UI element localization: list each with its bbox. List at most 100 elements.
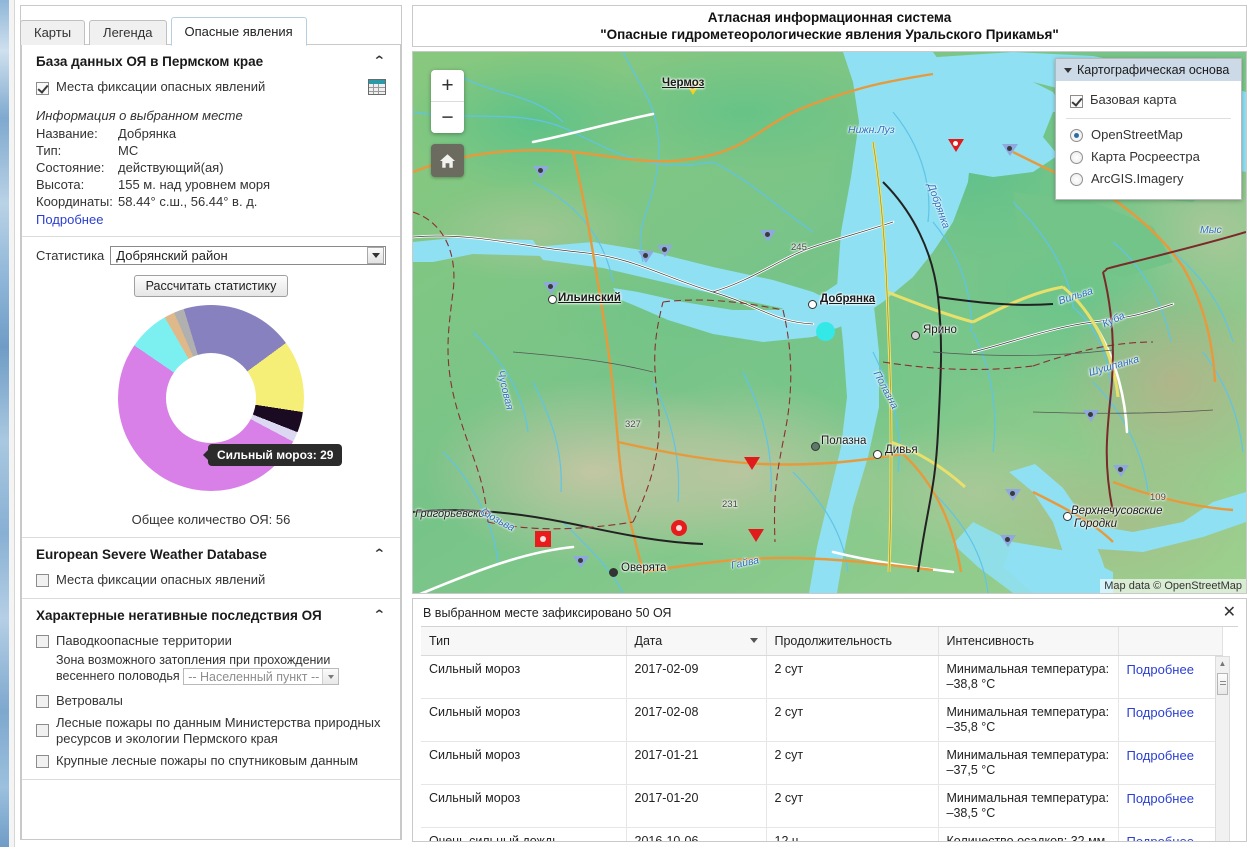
radio-openstreetmap-row[interactable]: OpenStreetMap [1066,124,1231,146]
map-marker-red-1[interactable] [948,139,964,152]
close-icon[interactable]: ✕ [1223,605,1236,621]
cell-date: 2016-10-06 [626,827,767,841]
city-dot-yarino [911,331,920,340]
map-marker-blue-10[interactable] [573,556,589,568]
link-podrobnee[interactable]: Подробнее [1127,705,1194,720]
app-title-line1: Атласная информационная система [707,9,952,25]
col-header-duration[interactable]: Продолжительность [766,627,939,656]
map-label-river-nizhn-luz: Нижн.Луз [848,124,895,136]
table-grid-icon[interactable] [368,79,386,95]
selected-place-marker[interactable] [816,322,835,341]
col-header-date-label: Дата [634,634,663,648]
radio-openstreetmap[interactable] [1070,128,1083,142]
table-vertical-scrollbar[interactable]: ▲ ▼ [1215,656,1230,842]
cell-duration: 2 сут [766,655,939,699]
cell-intensity: Минимальная температура: –38,8 °С [938,655,1119,699]
home-button[interactable] [431,144,464,177]
statistics-select-row: Статистика Добрянский район [36,237,386,269]
zoom-in-button[interactable]: + [431,70,464,101]
checkbox-db-places[interactable] [36,81,49,95]
map-marker-circle-1[interactable] [671,520,687,536]
map-marker-blue-5[interactable] [543,282,559,294]
checkbox-base-map-label: Базовая карта [1090,92,1177,107]
checkbox-windfall-label: Ветровалы [56,693,123,709]
map-marker-square-1[interactable] [535,531,551,547]
info-key: Тип: [36,143,62,158]
link-podrobnee-info[interactable]: Подробнее [36,212,103,227]
section-statistics: Статистика Добрянский район Рассчитать с… [22,237,400,538]
city-dot-ilyinsky [548,295,557,304]
scroll-down-arrow-icon[interactable]: ▼ [1216,841,1229,842]
section-database-title: База данных ОЯ в Пермском крае [36,54,264,69]
info-value: МС [118,143,139,158]
map-marker-blue-11[interactable] [1000,535,1016,547]
map-marker-blue-6[interactable] [760,230,776,242]
col-header-date[interactable]: Дата [626,627,767,656]
tab-karty[interactable]: Карты [20,20,86,45]
collapse-chevron-icon[interactable] [373,549,386,560]
map-marker-blue-2[interactable] [533,166,549,178]
map-viewport[interactable]: + − Чермоз Ильинский Добрянка Ярино Пола… [412,51,1247,594]
section-consequences-header[interactable]: Характерные негативные последствия ОЯ [36,599,386,630]
map-marker-blue-4[interactable] [657,245,673,257]
link-podrobnee[interactable]: Подробнее [1127,834,1194,841]
radio-arcgis-imagery[interactable] [1070,172,1083,186]
info-key: Координаты: [36,194,113,209]
map-marker-red-3[interactable] [744,457,760,470]
cell-link[interactable]: Подробнее [1118,784,1223,828]
map-marker-blue-7[interactable] [1083,410,1099,422]
layer-panel-header[interactable]: Картографическая основа [1056,59,1241,81]
checkbox-eswd-places[interactable] [36,574,49,587]
checkbox-forest-fires-ministry[interactable] [36,724,49,738]
link-podrobnee[interactable]: Подробнее [1127,791,1194,806]
checkbox-windfall[interactable] [36,695,49,709]
checkbox-flood-areas[interactable] [36,635,49,648]
radio-rosreestr[interactable] [1070,150,1083,164]
col-header-actions [1118,627,1223,656]
col-header-type[interactable]: Тип [421,627,627,656]
radio-arcgis-imagery-label: ArcGIS.Imagery [1091,171,1184,186]
cell-link[interactable]: Подробнее [1118,827,1223,841]
statistics-label: Статистика [36,248,105,263]
checkbox-forest-fires-ministry-label: Лесные пожары по данным Министерства при… [56,715,381,747]
collapse-chevron-icon[interactable] [373,56,386,67]
link-podrobnee[interactable]: Подробнее [1127,662,1194,677]
cell-link[interactable]: Подробнее [1118,741,1223,785]
cell-type: Сильный мороз [421,741,627,785]
cell-duration: 2 сут [766,741,939,785]
consequence-item-flood: Паводкоопасные территории [36,630,386,652]
cell-link[interactable]: Подробнее [1118,698,1223,742]
map-marker-blue-9[interactable] [1005,489,1021,501]
map-marker-square-2[interactable] [495,593,511,594]
zoom-out-button[interactable]: − [431,101,464,133]
fire-circle-icon [671,520,687,536]
collapse-chevron-icon[interactable] [373,610,386,621]
col-header-intensity[interactable]: Интенсивность [938,627,1119,656]
events-grid: Тип Дата Продолжительность Интенсивность… [421,626,1238,842]
cell-link[interactable]: Подробнее [1118,655,1223,699]
section-database-header[interactable]: База данных ОЯ в Пермском крае [36,45,386,76]
settlement-select[interactable]: -- Населенный пункт -- [183,668,340,686]
radio-rosreestr-row[interactable]: Карта Росреестра [1066,146,1231,168]
region-select[interactable]: Добрянский район [110,246,386,265]
table-row: Очень сильный дождь 2016-10-06 12 ч Коли… [421,827,1223,841]
checkbox-large-forest-fires[interactable] [36,755,49,769]
scroll-up-arrow-icon[interactable]: ▲ [1216,657,1229,670]
map-marker-blue-3[interactable] [638,251,654,263]
calculate-statistics-button[interactable]: Рассчитать статистику [133,275,289,297]
scrollbar-thumb[interactable] [1217,673,1228,695]
section-eswd-header[interactable]: European Severe Weather Database [36,538,386,569]
layer-panel-divider [1066,118,1231,119]
link-podrobnee[interactable]: Подробнее [1127,748,1194,763]
tab-legenda[interactable]: Легенда [89,20,167,45]
cell-type: Сильный мороз [421,784,627,828]
radio-arcgis-row[interactable]: ArcGIS.Imagery [1066,168,1231,190]
tab-opasnye-yavleniya[interactable]: Опасные явления [170,17,307,46]
map-marker-blue-8[interactable] [1113,465,1129,477]
checkbox-base-map[interactable] [1070,94,1083,108]
application-window: Карты Легенда Опасные явления База данны… [0,0,1249,847]
map-marker-red-4[interactable] [748,529,764,542]
map-label-elev-327: 327 [625,419,641,430]
map-marker-blue-1[interactable] [1002,144,1018,156]
checkbox-large-forest-fires-label: Крупные лесные пожары по спутниковым дан… [56,753,359,769]
